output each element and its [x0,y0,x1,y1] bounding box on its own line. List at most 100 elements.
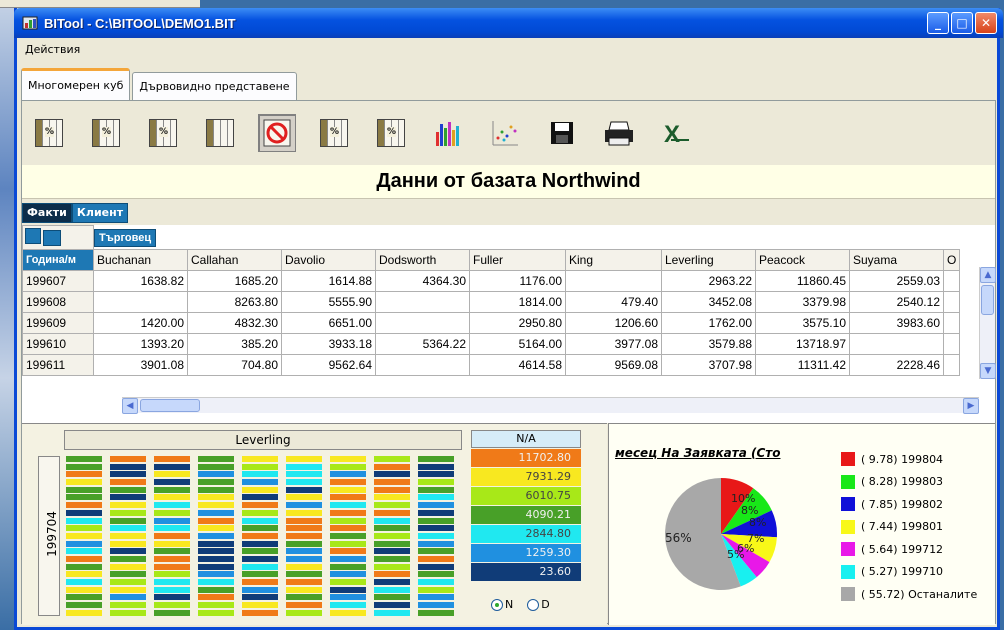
row-header[interactable]: 199610 [22,333,94,355]
table-cell[interactable]: 1393.20 [93,333,188,355]
table-cell[interactable] [942,333,961,355]
scroll-down-icon[interactable]: ▼ [980,363,996,379]
table-cell[interactable]: 2540.12 [849,291,944,313]
table-cell[interactable] [375,291,470,313]
table-cell[interactable]: 4832.30 [187,312,282,334]
table-cell[interactable]: 3452.08 [661,291,756,313]
table-cell[interactable]: 9569.08 [565,354,662,376]
row-header[interactable]: 199611 [22,354,94,376]
table-cell[interactable]: 1614.88 [281,270,376,292]
vertical-scroll-thumb[interactable] [981,285,994,315]
table-cell[interactable]: 3379.98 [755,291,850,313]
table-cell[interactable] [849,333,944,355]
table-cell[interactable]: 704.80 [187,354,282,376]
column-header[interactable]: Peacock [755,249,850,271]
horizontal-scrollbar[interactable]: ◀ ▶ [122,397,979,414]
table-cell[interactable]: 1762.00 [661,312,756,334]
table-cell[interactable]: 4364.30 [375,270,470,292]
table-cell[interactable]: 5364.22 [375,333,470,355]
table-cell[interactable]: 11860.45 [755,270,850,292]
facts-chip[interactable]: Факти [22,203,72,223]
client-chip[interactable]: Клиент [71,203,129,223]
column-header[interactable]: Buchanan [93,249,188,271]
table-cell[interactable]: 1638.82 [93,270,188,292]
scroll-left-icon[interactable]: ◀ [122,398,138,414]
tab-multidimensional-cube[interactable]: Многомерен куб [21,68,131,100]
menu-actions[interactable]: Действия [25,43,80,56]
pivot-filter-button[interactable] [201,114,239,152]
table-cell[interactable]: 1176.00 [469,270,566,292]
table-cell[interactable]: 3575.10 [755,312,850,334]
title-bar[interactable]: BITool - C:\BITOOL\DEMO1.BIT _ □ ✕ [14,8,1003,38]
tab-tree-view[interactable]: Дървовидно представене [132,72,297,100]
row-header[interactable]: 199607 [22,270,94,292]
column-header[interactable]: Suyama [849,249,944,271]
pivot-toggle-icon[interactable] [25,228,41,244]
save-button[interactable] [543,114,581,152]
table-cell[interactable]: 9562.64 [281,354,376,376]
pivot-percent-alt2-button[interactable]: % [372,114,410,152]
maximize-button[interactable]: □ [951,12,973,34]
chart-toggle-icon[interactable] [43,230,61,246]
radio-d[interactable]: D [527,598,550,611]
table-cell[interactable] [565,270,662,292]
bar-chart-button[interactable] [429,114,467,152]
no-filter-button[interactable] [258,114,296,152]
column-header[interactable]: Dodsworth [375,249,470,271]
table-cell[interactable]: 11311.42 [755,354,850,376]
column-header[interactable]: Callahan [187,249,282,271]
table-cell[interactable]: 3983.60 [849,312,944,334]
table-cell[interactable]: 2228.46 [849,354,944,376]
pivot-percent-row-button[interactable]: % [30,114,68,152]
export-excel-button[interactable]: X [657,114,695,152]
table-cell[interactable]: 1420.00 [93,312,188,334]
close-button[interactable]: ✕ [975,12,997,34]
print-button[interactable] [600,114,638,152]
table-cell[interactable] [93,291,188,313]
seller-chip[interactable]: Търговец [94,229,157,248]
table-cell[interactable]: 479.40 [565,291,662,313]
table-cell[interactable]: 3977.08 [565,333,662,355]
vertical-scrollbar[interactable]: ▲ ▼ [979,267,996,379]
table-cell[interactable]: 5555.90 [281,291,376,313]
table-cell[interactable] [375,312,470,334]
table-cell[interactable]: 4614.58 [469,354,566,376]
scroll-right-icon[interactable]: ▶ [963,398,979,414]
table-cell[interactable] [942,291,961,313]
table-cell[interactable]: 2559.03 [849,270,944,292]
pivot-percent-alt-button[interactable]: % [315,114,353,152]
table-cell[interactable]: 13718.97 [755,333,850,355]
table-cell[interactable]: 2950.80 [469,312,566,334]
pivot-percent-total-button[interactable]: % [144,114,182,152]
table-cell[interactable]: 2963.22 [661,270,756,292]
pivot-percent-col-button[interactable]: % [87,114,125,152]
table-cell[interactable]: 5164.00 [469,333,566,355]
table-cell[interactable]: 1206.60 [565,312,662,334]
column-header[interactable]: O [942,249,961,271]
table-cell[interactable]: 385.20 [187,333,282,355]
scroll-up-icon[interactable]: ▲ [980,267,996,283]
horizontal-scroll-thumb[interactable] [140,399,200,412]
table-cell[interactable]: 8263.80 [187,291,282,313]
table-cell[interactable] [942,270,961,292]
table-cell[interactable] [942,312,961,334]
scatter-chart-button[interactable] [486,114,524,152]
table-cell[interactable]: 1814.00 [469,291,566,313]
column-header[interactable]: Davolio [281,249,376,271]
table-cell[interactable]: 3707.98 [661,354,756,376]
column-header[interactable]: King [565,249,662,271]
table-cell[interactable]: 6651.00 [281,312,376,334]
column-header[interactable]: Fuller [469,249,566,271]
table-cell[interactable]: 3579.88 [661,333,756,355]
radio-n[interactable]: N [491,598,513,611]
table-cell[interactable] [942,354,961,376]
table-cell[interactable] [375,354,470,376]
table-cell[interactable]: 3901.08 [93,354,188,376]
minimize-button[interactable]: _ [927,12,949,34]
table-cell[interactable]: 1685.20 [187,270,282,292]
row-header[interactable]: 199608 [22,291,94,313]
year-month-header[interactable]: Година/м [22,249,94,271]
column-header[interactable]: Leverling [661,249,756,271]
pie-chart[interactable]: 10%8%8%7%6%5%56% [649,472,829,592]
table-cell[interactable]: 3933.18 [281,333,376,355]
